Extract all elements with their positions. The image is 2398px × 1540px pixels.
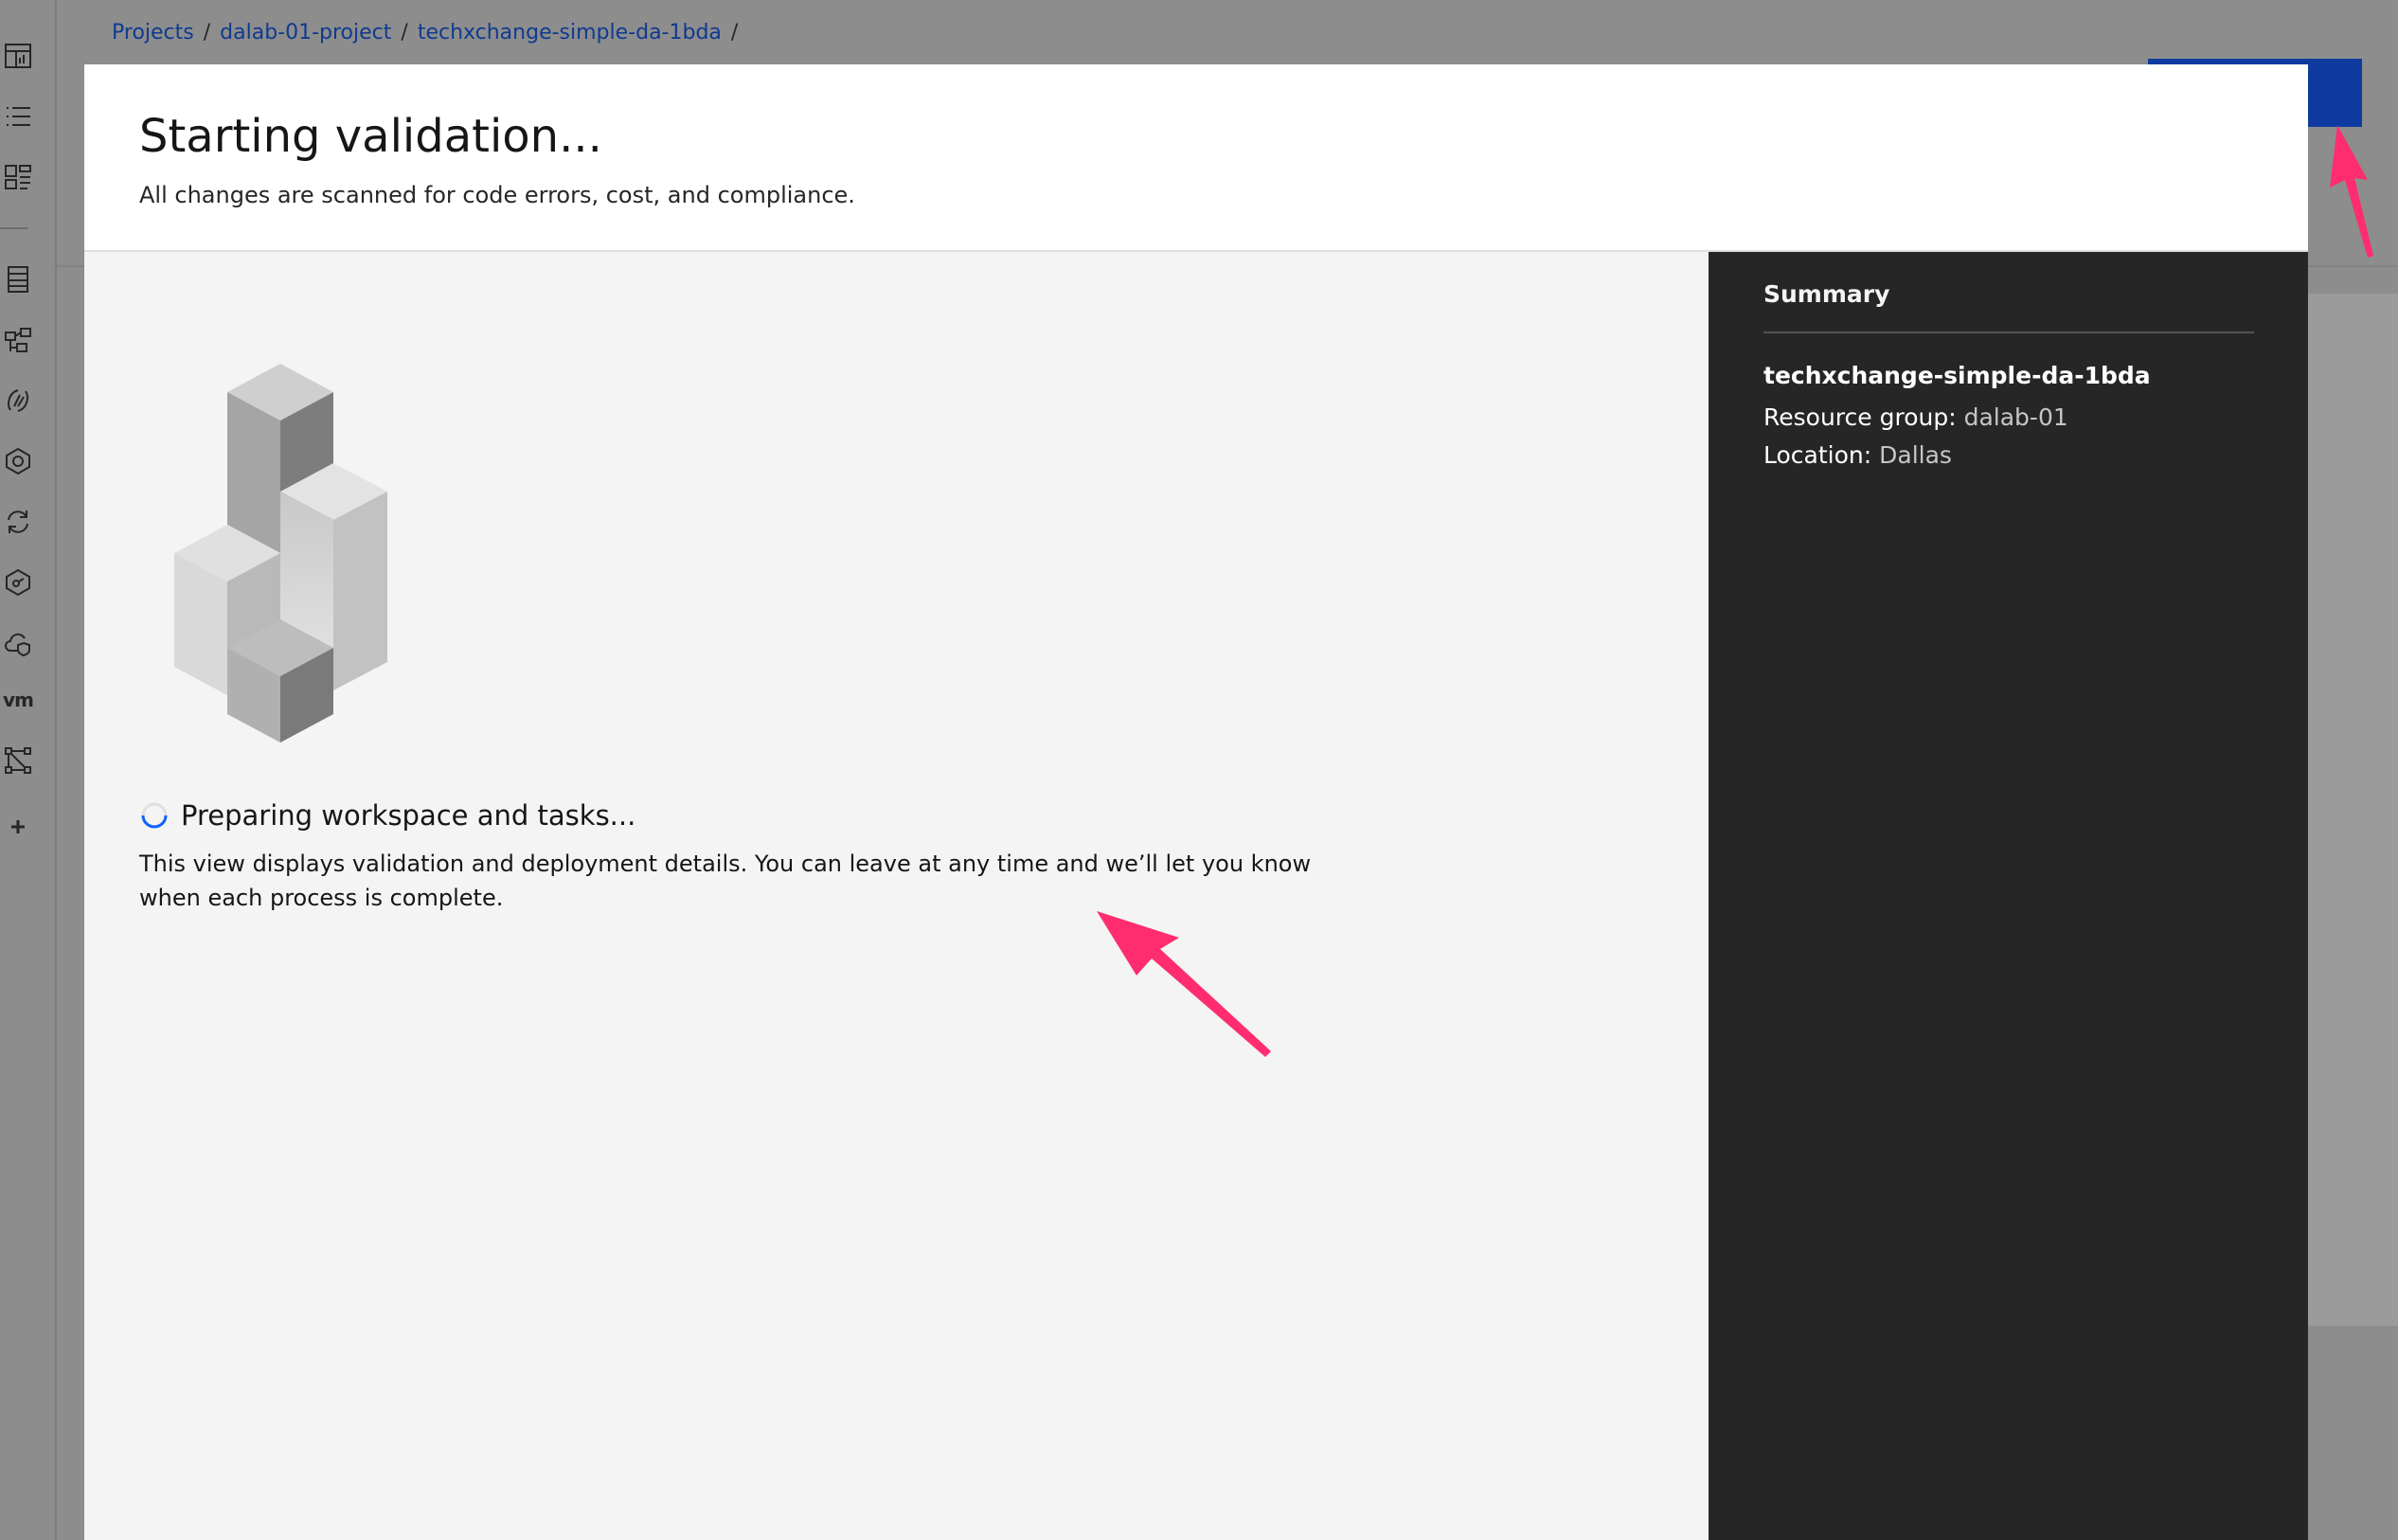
breadcrumb-separator: /: [401, 21, 408, 45]
annotation-arrow-pointer: [2330, 125, 2373, 258]
list-icon[interactable]: [2, 100, 34, 133]
refresh-icon[interactable]: [2, 506, 34, 538]
dashboard-icon[interactable]: [2, 40, 34, 72]
summary-resource-group: Resource group: dalab-01: [1763, 403, 2068, 431]
resource-group-label: Resource group:: [1763, 403, 1957, 431]
summary-location: Location: Dallas: [1763, 441, 1952, 469]
status-text: Preparing workspace and tasks...: [181, 799, 636, 832]
breadcrumb-project-link[interactable]: dalab-01-project: [220, 21, 391, 45]
resource-group-value: dalab-01: [1963, 403, 2068, 431]
rail-divider: [0, 227, 28, 229]
summary-divider: [1763, 331, 2254, 333]
side-navigation-rail: vm: [0, 0, 57, 1540]
catalog-icon[interactable]: [2, 161, 34, 193]
resource-list-icon[interactable]: [2, 263, 34, 295]
vmware-icon[interactable]: vm: [2, 684, 34, 716]
cloud-shield-icon[interactable]: [2, 627, 34, 659]
breadcrumb-separator: /: [203, 21, 211, 45]
isometric-blocks-illustration: [174, 364, 387, 743]
topology-icon[interactable]: [2, 744, 34, 777]
modal-header: Starting validation... All changes are s…: [84, 64, 2308, 252]
breadcrumb-projects-link[interactable]: Projects: [112, 21, 194, 45]
security-icon[interactable]: [2, 566, 34, 599]
modal-subtitle: All changes are scanned for code errors,…: [139, 182, 855, 208]
loading-spinner-icon: [141, 802, 168, 829]
status-row: Preparing workspace and tasks...: [139, 799, 635, 832]
annotation-arrow-pointer: [1097, 911, 1271, 1057]
breadcrumb: Projects / dalab-01-project / techxchang…: [112, 21, 738, 45]
location-label: Location:: [1763, 441, 1872, 469]
network-icon[interactable]: [2, 324, 34, 356]
summary-title: Summary: [1763, 280, 1890, 308]
modal-title: Starting validation...: [139, 110, 602, 163]
add-icon[interactable]: [2, 811, 34, 843]
background-panel: [2301, 294, 2398, 1326]
location-value: Dallas: [1879, 441, 1952, 469]
kubernetes-icon[interactable]: [2, 445, 34, 477]
validation-modal: Starting validation... All changes are s…: [84, 64, 2308, 1540]
breadcrumb-separator: /: [730, 21, 739, 45]
summary-config-name: techxchange-simple-da-1bda: [1763, 362, 2151, 389]
functions-icon[interactable]: [2, 385, 34, 417]
summary-panel: Summary techxchange-simple-da-1bda Resou…: [1709, 252, 2308, 1540]
breadcrumb-config-link[interactable]: techxchange-simple-da-1bda: [418, 21, 722, 45]
status-description: This view displays validation and deploy…: [139, 851, 1312, 911]
